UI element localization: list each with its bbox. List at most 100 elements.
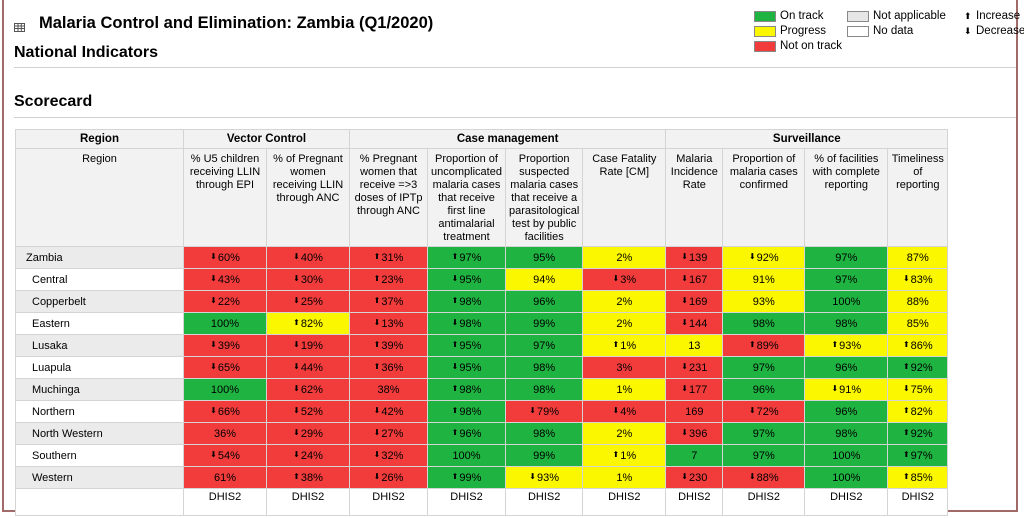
region-cell[interactable]: Luapula — [15, 356, 184, 379]
region-cell[interactable]: Central — [15, 268, 184, 291]
score-cell[interactable]: ⬇93% — [504, 466, 584, 489]
score-cell[interactable]: ⬇32% — [349, 444, 428, 467]
score-cell[interactable]: ⬆98% — [427, 290, 506, 313]
column-header[interactable]: Region — [15, 148, 184, 247]
score-cell[interactable]: 100% — [183, 378, 267, 401]
score-cell[interactable]: ⬆99% — [427, 466, 506, 489]
score-cell[interactable]: ⬇72% — [722, 400, 806, 423]
score-cell[interactable]: ⬇43% — [183, 268, 267, 291]
column-header[interactable]: % U5 children receiving LLIN through EPI — [183, 148, 267, 247]
region-cell[interactable]: Western — [15, 466, 184, 489]
score-cell[interactable]: ⬇42% — [349, 400, 428, 423]
score-cell[interactable]: ⬇22% — [183, 290, 267, 313]
score-cell[interactable]: ⬆1% — [582, 334, 667, 357]
score-cell[interactable]: ⬆92% — [887, 422, 949, 445]
score-cell[interactable]: ⬇167 — [665, 268, 724, 291]
score-cell[interactable]: ⬆37% — [349, 290, 428, 313]
score-cell[interactable]: ⬇95% — [427, 356, 506, 379]
score-cell[interactable]: 98% — [504, 378, 584, 401]
score-cell[interactable]: ⬇396 — [665, 422, 724, 445]
column-header[interactable]: Case Fatality Rate [CM] — [582, 148, 667, 247]
score-cell[interactable]: ⬆82% — [266, 312, 350, 335]
score-cell[interactable]: ⬆39% — [349, 334, 428, 357]
score-cell[interactable]: 36% — [183, 422, 267, 445]
score-cell[interactable]: 13 — [665, 334, 724, 357]
score-cell[interactable]: 97% — [722, 422, 806, 445]
score-cell[interactable]: ⬇3% — [582, 268, 667, 291]
score-cell[interactable]: 100% — [804, 290, 889, 313]
score-cell[interactable]: 96% — [504, 290, 584, 313]
score-cell[interactable]: 1% — [582, 378, 667, 401]
score-cell[interactable]: 3% — [582, 356, 667, 379]
score-cell[interactable]: ⬇66% — [183, 400, 267, 423]
score-cell[interactable]: 169 — [665, 400, 724, 423]
score-cell[interactable]: ⬇26% — [349, 466, 428, 489]
score-cell[interactable]: 7 — [665, 444, 724, 467]
score-cell[interactable]: 91% — [722, 268, 806, 291]
column-header[interactable]: % of Pregnant women receiving LLIN throu… — [266, 148, 350, 247]
score-cell[interactable]: 98% — [804, 422, 889, 445]
score-cell[interactable]: 88% — [887, 290, 949, 313]
score-cell[interactable]: ⬇60% — [183, 246, 267, 269]
score-cell[interactable]: ⬆95% — [427, 334, 506, 357]
score-cell[interactable]: ⬆98% — [427, 400, 506, 423]
score-cell[interactable]: 96% — [804, 356, 889, 379]
score-cell[interactable]: ⬇29% — [266, 422, 350, 445]
column-header[interactable]: Proportion of malaria cases confirmed — [722, 148, 806, 247]
score-cell[interactable]: ⬇30% — [266, 268, 350, 291]
score-cell[interactable]: ⬇40% — [266, 246, 350, 269]
score-cell[interactable]: ⬆89% — [722, 334, 806, 357]
score-cell[interactable]: ⬇19% — [266, 334, 350, 357]
score-cell[interactable]: 97% — [804, 268, 889, 291]
score-cell[interactable]: 98% — [804, 312, 889, 335]
score-cell[interactable]: ⬇91% — [804, 378, 889, 401]
region-cell[interactable]: Muchinga — [15, 378, 184, 401]
score-cell[interactable]: ⬇95% — [427, 268, 506, 291]
score-cell[interactable]: ⬆97% — [887, 444, 949, 467]
column-header[interactable]: % of facilities with complete reporting — [804, 148, 889, 247]
score-cell[interactable]: ⬆93% — [804, 334, 889, 357]
region-cell[interactable]: Lusaka — [15, 334, 184, 357]
score-cell[interactable]: ⬇169 — [665, 290, 724, 313]
score-cell[interactable]: ⬆36% — [349, 356, 428, 379]
score-cell[interactable]: 100% — [183, 312, 267, 335]
column-header[interactable]: Proportion of uncomplicated malaria case… — [427, 148, 506, 247]
score-cell[interactable]: 96% — [722, 378, 806, 401]
column-header[interactable]: % Pregnant women that receive =>3 doses … — [349, 148, 428, 247]
score-cell[interactable]: ⬇144 — [665, 312, 724, 335]
column-header[interactable]: Proportion suspected malaria cases that … — [504, 148, 584, 247]
score-cell[interactable]: 100% — [804, 444, 889, 467]
score-cell[interactable]: 96% — [804, 400, 889, 423]
score-cell[interactable]: 85% — [887, 312, 949, 335]
score-cell[interactable]: 61% — [183, 466, 267, 489]
score-cell[interactable]: 98% — [504, 422, 584, 445]
score-cell[interactable]: ⬆38% — [266, 466, 350, 489]
region-cell[interactable]: North Western — [15, 422, 184, 445]
score-cell[interactable]: ⬇177 — [665, 378, 724, 401]
score-cell[interactable]: ⬆23% — [349, 268, 428, 291]
score-cell[interactable]: ⬇25% — [266, 290, 350, 313]
score-cell[interactable]: ⬆98% — [427, 378, 506, 401]
score-cell[interactable]: ⬇139 — [665, 246, 724, 269]
score-cell[interactable]: ⬇65% — [183, 356, 267, 379]
region-cell[interactable]: Southern — [15, 444, 184, 467]
score-cell[interactable]: ⬇62% — [266, 378, 350, 401]
region-cell[interactable]: Copperbelt — [15, 290, 184, 313]
score-cell[interactable]: ⬆92% — [887, 356, 949, 379]
score-cell[interactable]: ⬇230 — [665, 466, 724, 489]
score-cell[interactable]: 100% — [804, 466, 889, 489]
score-cell[interactable]: ⬆85% — [887, 466, 949, 489]
score-cell[interactable]: 97% — [722, 356, 806, 379]
score-cell[interactable]: 93% — [722, 290, 806, 313]
score-cell[interactable]: 95% — [504, 246, 584, 269]
score-cell[interactable]: ⬆96% — [427, 422, 506, 445]
region-cell[interactable]: Zambia — [15, 246, 184, 269]
score-cell[interactable]: ⬆82% — [887, 400, 949, 423]
score-cell[interactable]: ⬇79% — [504, 400, 584, 423]
score-cell[interactable]: ⬆1% — [582, 444, 667, 467]
score-cell[interactable]: ⬇231 — [665, 356, 724, 379]
score-cell[interactable]: 97% — [804, 246, 889, 269]
score-cell[interactable]: 38% — [349, 378, 428, 401]
score-cell[interactable]: ⬇27% — [349, 422, 428, 445]
score-cell[interactable]: ⬇13% — [349, 312, 428, 335]
